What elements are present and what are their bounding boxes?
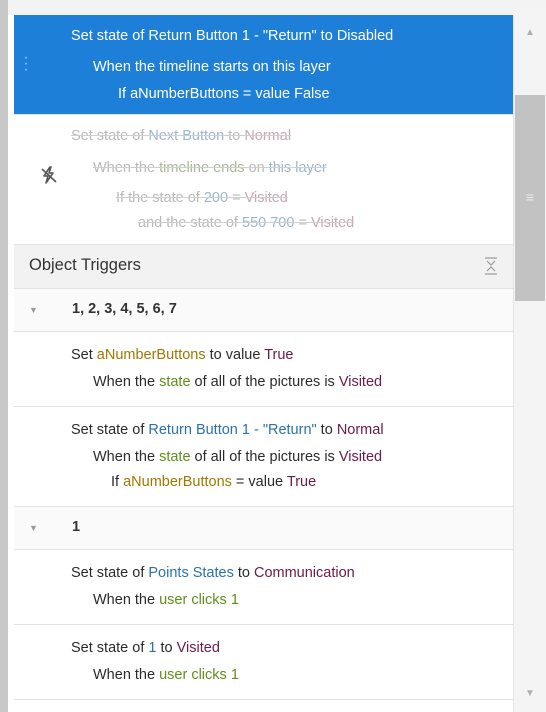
trigger-action-line: Set state of Return Button 1 - "Return" … <box>71 422 384 438</box>
trigger-condition-line: If aNumberButtons = value True <box>111 474 317 490</box>
expand-caret-icon[interactable]: ▼ <box>29 523 38 533</box>
trigger-event-line: When the state of all of the pictures is… <box>93 449 383 465</box>
trigger-event-line: When the timeline starts on this layer <box>93 59 331 75</box>
vertical-scrollbar[interactable]: ▲ ≡ ▼ <box>513 15 546 712</box>
trigger-action-line: Set state of Next Button to Normal <box>71 128 292 144</box>
trigger-event-line: When the state of all of the pictures is… <box>93 374 383 390</box>
scroll-down-icon[interactable]: ▼ <box>514 684 546 704</box>
trigger-condition-and-line: and the state of 550 700 = Visited <box>138 215 355 231</box>
triggers-panel: · · · Set state of Return Button 1 - "Retu… <box>14 15 513 712</box>
trigger-action-line: Set aNumberButtons to value True <box>71 347 294 363</box>
object-trigger[interactable]: Set state of Return Button 1 - "Return" … <box>14 407 513 507</box>
lightning-disabled-icon <box>41 166 57 184</box>
trigger-group-header[interactable]: ▼ 1, 2, 3, 4, 5, 6, 7 <box>14 289 513 332</box>
scrollbar-thumb[interactable]: ≡ <box>515 95 545 301</box>
window-left-border <box>0 0 8 712</box>
panel-top-strip <box>8 0 546 15</box>
object-trigger[interactable]: Set aNumberButtons to value True When th… <box>14 332 513 407</box>
grip-icon: ≡ <box>525 189 535 205</box>
object-trigger[interactable]: Set state of Points States to Communicat… <box>14 550 513 625</box>
object-trigger[interactable]: Set state of 1 to Visited When the user … <box>14 625 513 700</box>
trigger-event-line: When the timeline ends on this layer <box>93 160 327 176</box>
trigger-condition-line: If aNumberButtons = value False <box>118 86 330 102</box>
trigger-condition-line: If the state of 200 = Visited <box>116 190 288 206</box>
trigger-action-line: Set state of Points States to Communicat… <box>71 565 355 581</box>
layer-trigger-next-normal-disabled[interactable]: Set state of Next Button to Normal When … <box>14 115 513 245</box>
trigger-action-line: Set state of 1 to Visited <box>71 640 220 656</box>
trigger-event-line: When the user clicks 1 <box>93 667 239 683</box>
group-title: 1 <box>72 519 81 535</box>
drag-handle-icon[interactable]: · · · <box>22 50 30 78</box>
collapse-all-icon[interactable] <box>483 257 499 275</box>
trigger-event-line: When the user clicks 1 <box>93 592 239 608</box>
layer-trigger-return-disabled[interactable]: · · · Set state of Return Button 1 - "Retu… <box>14 15 513 115</box>
section-title: Object Triggers <box>29 256 141 274</box>
expand-caret-icon[interactable]: ▼ <box>29 305 38 315</box>
group-title: 1, 2, 3, 4, 5, 6, 7 <box>72 301 177 317</box>
scroll-up-icon[interactable]: ▲ <box>514 23 546 43</box>
trigger-action-line: Set state of Return Button 1 - "Return" … <box>71 28 394 44</box>
object-triggers-header[interactable]: Object Triggers <box>14 245 513 289</box>
trigger-group-header[interactable]: ▼ 1 <box>14 507 513 550</box>
